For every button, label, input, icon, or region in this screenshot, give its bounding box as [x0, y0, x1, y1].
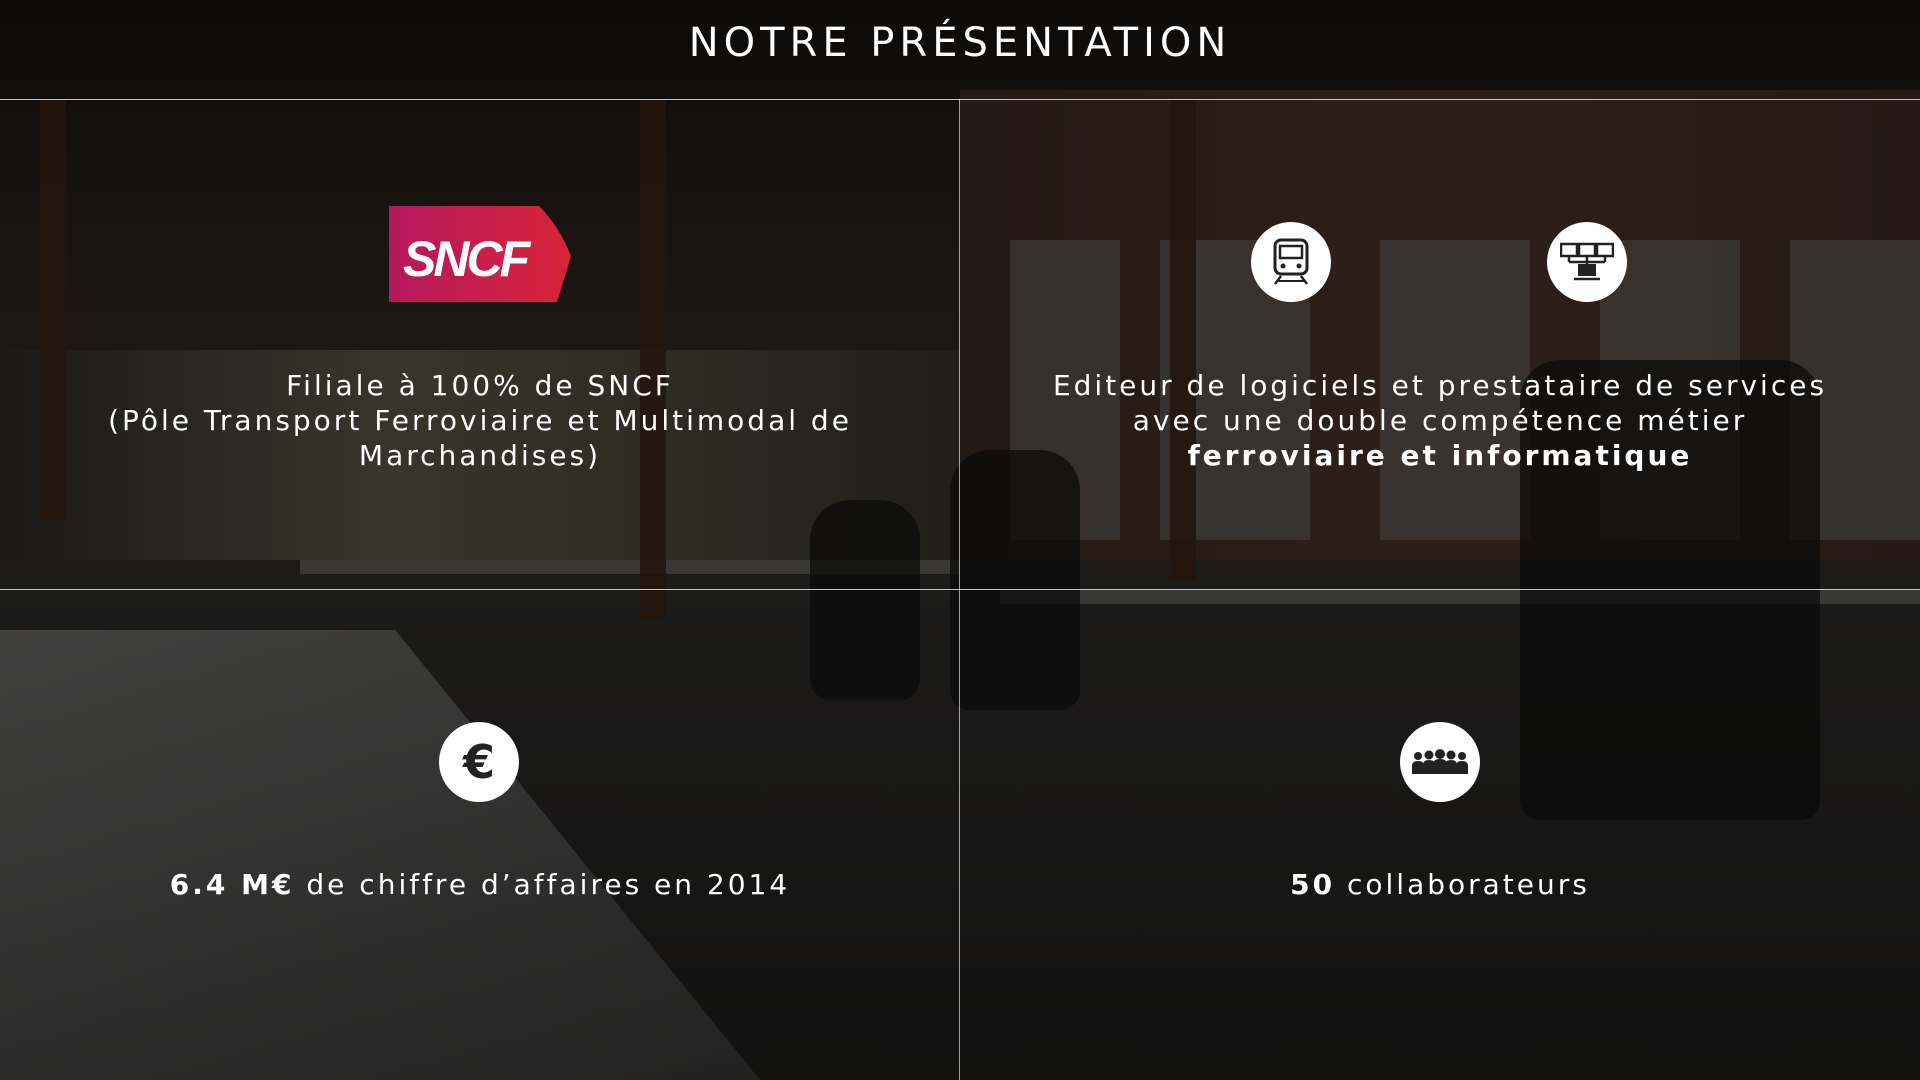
expertise-line-1: Editeur de logiciels et prestataire de s… — [1052, 369, 1828, 402]
quadrant-expertise: Editeur de logiciels et prestataire de s… — [960, 368, 1920, 473]
quadrant-staff: 50 collaborateurs — [960, 867, 1920, 902]
revenue-value: 6.4 M€ — [169, 868, 295, 901]
sncf-logo: SNCF — [389, 206, 571, 302]
network-computers-icon — [1547, 222, 1627, 302]
divider-middle — [0, 589, 1920, 590]
subsidiary-line-3: Marchandises) — [358, 439, 602, 472]
staff-label: collaborateurs — [1335, 868, 1590, 901]
office-background — [0, 0, 1920, 1080]
people-group-icon — [1400, 722, 1480, 802]
subsidiary-line-1: Filiale à 100% de SNCF — [286, 369, 674, 402]
quadrant-revenue: 6.4 M€ de chiffre d’affaires en 2014 — [0, 867, 960, 902]
expertise-line-2: avec une double compétence métier — [1132, 404, 1748, 437]
expertise-line-3-bold: ferroviaire et informatique — [1187, 439, 1693, 472]
divider-vertical — [959, 99, 960, 1080]
staff-count: 50 — [1290, 868, 1336, 901]
quadrant-subsidiary: Filiale à 100% de SNCF (Pôle Transport F… — [0, 368, 960, 473]
sncf-logo-text: SNCF — [403, 231, 532, 287]
revenue-label: de chiffre d’affaires en 2014 — [294, 868, 791, 901]
euro-icon: € — [439, 722, 519, 802]
subsidiary-line-2: (Pôle Transport Ferroviaire et Multimoda… — [108, 404, 852, 437]
page-title: NOTRE PRÉSENTATION — [688, 20, 1232, 66]
train-icon — [1251, 222, 1331, 302]
divider-top — [0, 99, 1920, 100]
